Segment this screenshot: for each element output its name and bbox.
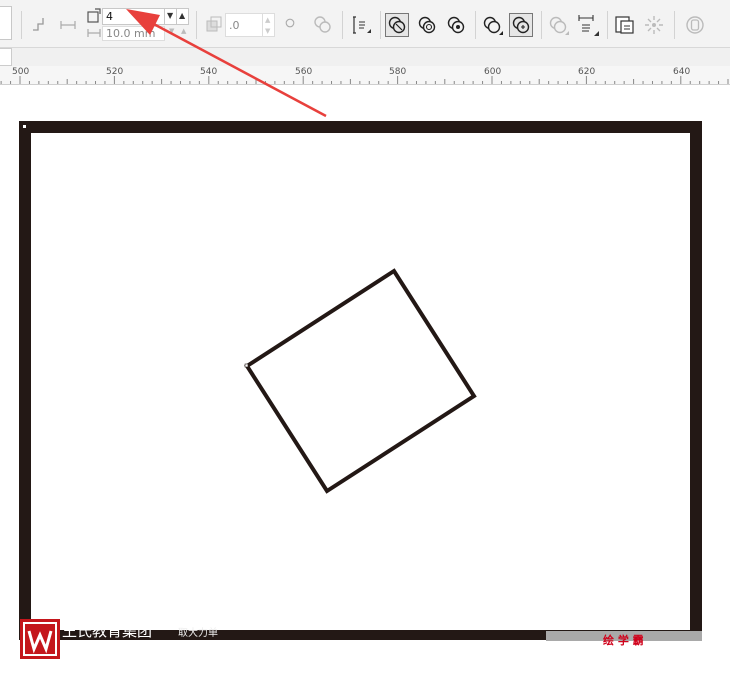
toolbar-separator	[607, 11, 608, 39]
outline-width-icon[interactable]	[59, 19, 77, 31]
toolbar-separator	[475, 11, 476, 39]
ruler-label: 640	[673, 67, 691, 77]
outline-to-center-button[interactable]	[385, 13, 409, 37]
spin-down-icon: ▼	[265, 27, 271, 35]
step-outline-icon[interactable]	[30, 15, 48, 33]
ruler-label: 540	[200, 67, 218, 77]
ruler-label: 620	[578, 67, 596, 77]
property-bar: 4 ▼ ▲ 10.0 mm ▼ ▲ .0 ▲ ▼	[0, 0, 730, 48]
contour-center-icon	[388, 16, 406, 34]
outline-steps-icon	[87, 8, 101, 23]
rotated-rectangle[interactable]	[244, 268, 477, 494]
outline-offset-input[interactable]: 10.0 mm	[102, 26, 165, 41]
toolbar-separator	[342, 11, 343, 39]
brand-logo	[20, 619, 60, 659]
spin-up-icon: ▲	[265, 16, 271, 24]
canvas-drawing	[19, 121, 702, 640]
lock-object-icon[interactable]	[684, 14, 706, 36]
dropdown-arrow-icon: ▼	[167, 11, 174, 20]
spin-up-icon: ▲	[179, 11, 186, 20]
toolbar-separator	[21, 11, 22, 39]
outside-outline-icon[interactable]	[445, 14, 467, 36]
circle-icon[interactable]	[285, 18, 295, 28]
inside-outline-icon[interactable]	[416, 14, 438, 36]
outline-pen-icon[interactable]	[313, 15, 333, 35]
toolbar-separator	[380, 11, 381, 39]
offset-spin-down-icon[interactable]: ▼	[169, 27, 174, 35]
position-input[interactable]: .0	[225, 13, 263, 37]
outline-steps-dropdown[interactable]: ▼	[165, 8, 177, 25]
outline-offset-icon	[87, 29, 101, 37]
brand-subtitle: 取大力单	[178, 628, 218, 639]
offset-spin-up-icon[interactable]: ▲	[181, 27, 186, 35]
outline-acceleration-icon[interactable]	[350, 14, 372, 36]
left-field-edge[interactable]	[0, 6, 12, 40]
brand-name: 王氏教育集团	[62, 622, 153, 640]
toolbar-separator	[541, 11, 542, 39]
outline-color-icon	[512, 16, 530, 34]
outline-offset-value: 10.0 mm	[106, 27, 156, 40]
position-value: .0	[229, 19, 240, 32]
logo-mark-icon	[23, 622, 57, 656]
toolbar-separator	[674, 11, 675, 39]
rectangle-node-handle[interactable]	[244, 363, 249, 368]
ruler-label: 580	[389, 67, 407, 77]
document-tab-strip	[0, 48, 730, 66]
outline-steps-value: 4	[106, 10, 113, 23]
outline-steps-input[interactable]: 4	[102, 8, 165, 25]
position-spinner[interactable]: ▲ ▼	[263, 13, 275, 37]
horizontal-ruler[interactable]: 500 520 540 560 580 600 620 640	[0, 66, 730, 85]
ruler-label: 520	[106, 67, 124, 77]
frame-rectangle[interactable]	[19, 121, 702, 640]
ruler-label: 600	[484, 67, 502, 77]
ruler-label: 500	[12, 67, 30, 77]
outline-color-button[interactable]	[509, 13, 533, 37]
clear-contour-icon[interactable]	[643, 14, 665, 36]
watermark-text: 绘 学 霸	[603, 634, 644, 647]
copy-properties-icon[interactable]	[614, 14, 636, 36]
outline-distance-icon[interactable]	[577, 13, 601, 37]
toolbar-separator	[196, 11, 197, 39]
outline-steps-up[interactable]: ▲	[177, 8, 189, 25]
fill-color-icon[interactable]	[547, 14, 571, 36]
frame-node-handle[interactable]	[23, 125, 26, 128]
object-position-icon	[206, 16, 222, 32]
ruler-label: 560	[295, 67, 313, 77]
document-tab[interactable]	[0, 48, 12, 66]
drawing-canvas[interactable]	[0, 85, 730, 673]
fill-outline-icon[interactable]	[481, 14, 505, 36]
